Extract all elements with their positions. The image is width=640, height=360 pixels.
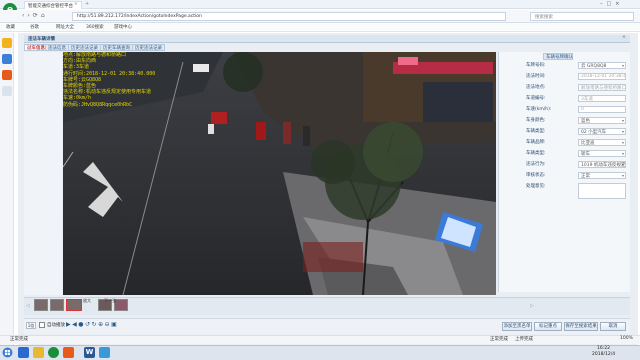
- thumbnail[interactable]: [114, 299, 128, 311]
- thumbnail-selected[interactable]: [66, 299, 82, 311]
- favorite-item[interactable]: 谷歌: [30, 24, 39, 30]
- field-label: 车辆品牌:: [526, 140, 546, 145]
- dialog-close-icon[interactable]: ×: [622, 35, 626, 40]
- auto-play-checkbox[interactable]: [39, 322, 45, 328]
- thumb-prev-icon[interactable]: ◁: [26, 303, 30, 309]
- taskbar-app-icon[interactable]: [99, 347, 110, 358]
- start-icon[interactable]: [2, 347, 13, 358]
- violation-time-field: 2018-12-01 20:38:40.000: [578, 73, 626, 80]
- os-taskbar: [0, 345, 640, 360]
- playback-controls[interactable]: ▶◀●↺↻⊕⊖▣: [66, 321, 118, 328]
- browser-search-input[interactable]: 搜索搜索: [530, 12, 634, 21]
- taskbar-word-icon[interactable]: W: [84, 347, 95, 358]
- url-input[interactable]: http://51.89.212.172/IndexAction/gotoInd…: [72, 12, 506, 21]
- taskbar-folder-icon[interactable]: [33, 347, 44, 358]
- violation-behavior-select[interactable]: 1019 机动车违反规定使用专用车道: [578, 161, 626, 168]
- field-label: 车道编号:: [526, 96, 546, 101]
- taskbar-media-icon[interactable]: [63, 347, 74, 358]
- field-label: 车牌号码:: [526, 63, 546, 68]
- tab-history-violations[interactable]: 历史违法记录: [68, 44, 101, 51]
- favorite-item[interactable]: 游戏中心: [114, 24, 132, 30]
- taskbar-ie-icon[interactable]: [18, 347, 29, 358]
- field-label: 车辆类型:: [526, 129, 546, 134]
- speed-field: 0: [578, 106, 626, 113]
- fit-icon[interactable]: ▣: [111, 321, 118, 328]
- mark-key-button[interactable]: 标记重点: [534, 322, 562, 331]
- new-tab-icon[interactable]: +: [85, 1, 89, 7]
- favorite-item[interactable]: 网址大全: [56, 24, 74, 30]
- zoom-percent[interactable]: 100%: [620, 336, 633, 341]
- plate-number-select[interactable]: 云 GRQ8Q8: [578, 62, 626, 69]
- left-blank-panel: [24, 52, 62, 295]
- enlarge-button[interactable]: 放大: [83, 298, 91, 304]
- field-label: 处理意见:: [526, 184, 546, 189]
- lane-number-field: 3车道: [578, 95, 626, 102]
- add-blacklist-button[interactable]: 添加至黑名单: [502, 322, 532, 331]
- thumb-next-icon[interactable]: ▷: [530, 303, 534, 309]
- overlay-line: 防伪码:JHvQ8Q8Rqqce0hRbC: [63, 101, 133, 108]
- camera-overlay-text: 地点:解放南路与德和桥路口 方向:由东向西 车道:3车道 通行时间:2018-12-0…: [63, 52, 183, 108]
- tab-close-icon[interactable]: ×: [74, 2, 78, 7]
- thumbnail[interactable]: [50, 299, 64, 311]
- favorite-item[interactable]: 收藏: [6, 24, 15, 30]
- status-item: 上传完成: [515, 337, 533, 342]
- sidebar-weibo-icon[interactable]: [2, 70, 12, 80]
- vehicle-brand-select[interactable]: 比亚迪: [578, 139, 626, 146]
- cancel-button[interactable]: 取消: [600, 322, 626, 331]
- sidebar-more-icon[interactable]: [2, 86, 12, 96]
- detail-panel-header: 车辆号牌确认: [543, 53, 573, 60]
- plate-type-select[interactable]: 02 小型汽车: [578, 128, 626, 135]
- body-color-select[interactable]: 蓝色: [578, 117, 626, 124]
- auto-play-label: 自动播放: [47, 323, 65, 328]
- field-label: 违法地点:: [526, 85, 546, 90]
- favorite-item[interactable]: 360搜索: [86, 24, 104, 30]
- field-label: 车辆类型:: [526, 151, 546, 156]
- handling-opinion-textarea[interactable]: [578, 183, 626, 199]
- thumbnail[interactable]: [34, 299, 48, 311]
- field-label: 车身颜色:: [526, 118, 546, 123]
- sidebar-app-icon[interactable]: [2, 54, 12, 64]
- save-results-button[interactable]: 保存至搜索结果: [564, 322, 598, 331]
- nav-buttons[interactable]: ‹›⟳⌂: [22, 12, 48, 19]
- violation-location-field: 解放南路与德和桥路口: [578, 84, 626, 91]
- tab-history-vehicle[interactable]: 历史车辆查询: [100, 44, 133, 51]
- dialog-title: 违法车辆详情: [24, 35, 630, 43]
- tab-history-records[interactable]: 历史违法记录: [132, 44, 165, 51]
- review-status-select[interactable]: 正常: [578, 172, 626, 179]
- sidebar-star-icon[interactable]: [2, 38, 12, 48]
- browser-statusbar: [0, 335, 640, 344]
- clock-date: 2018/12/4: [592, 352, 616, 357]
- field-label: 违法时间:: [526, 74, 546, 79]
- vehicle-type-select[interactable]: 轿车: [578, 150, 626, 157]
- tab-violation-info[interactable]: 违法信息: [45, 44, 69, 51]
- status-text: 正常完成: [10, 337, 28, 342]
- field-label: 违法行为:: [526, 162, 546, 167]
- zoom-select[interactable]: 1倍: [26, 322, 36, 329]
- taskbar-browser-icon[interactable]: [48, 347, 59, 358]
- field-label: 审核状态:: [526, 173, 546, 178]
- window-controls[interactable]: –□×: [600, 1, 623, 7]
- stop-icon[interactable]: ●: [78, 321, 85, 328]
- field-label: 车速(km/h):: [526, 107, 552, 112]
- status-item: 正常完成: [490, 337, 508, 342]
- browser-titlebar: [0, 0, 640, 9]
- next-image-button[interactable]: 下一张: [104, 298, 116, 304]
- taskbar-clock[interactable]: 16:22 2018/12/4: [592, 346, 615, 358]
